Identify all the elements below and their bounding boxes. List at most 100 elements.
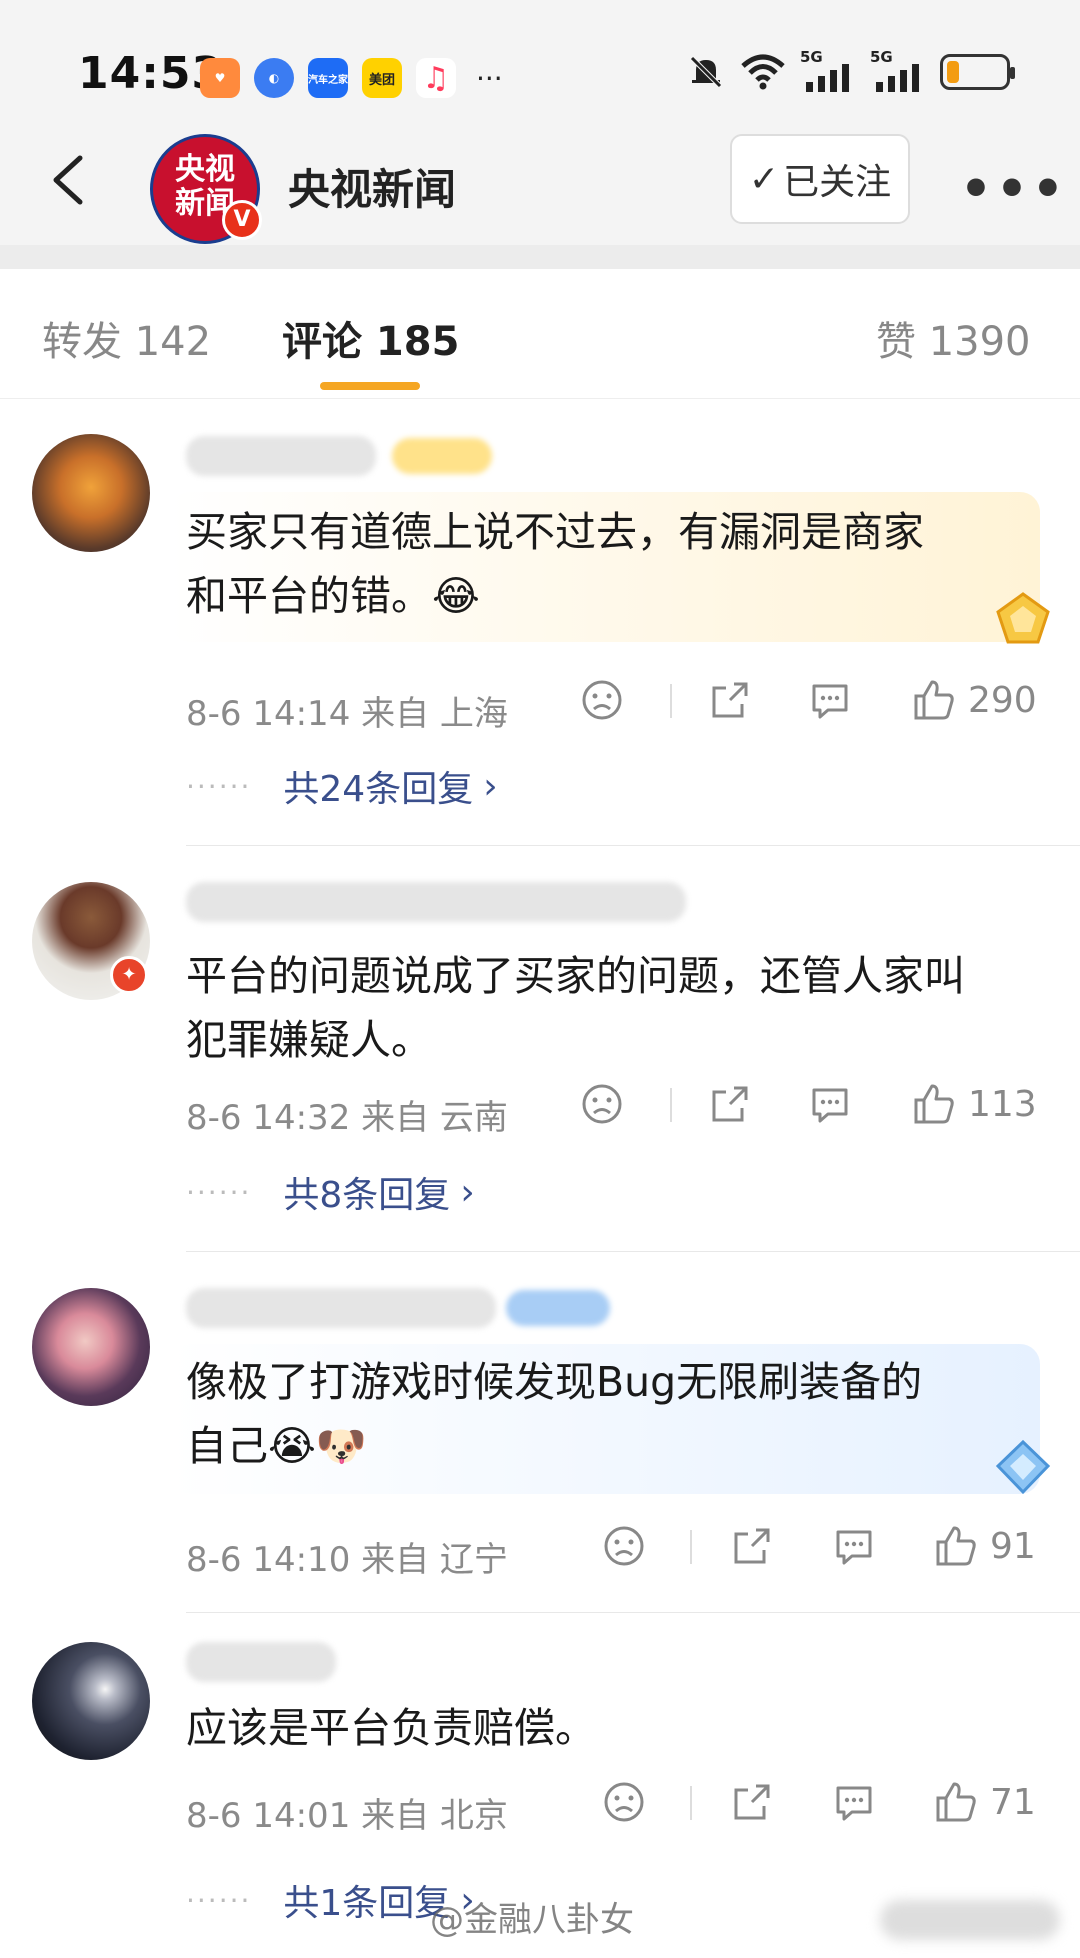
signal-5g-icon: 5G bbox=[800, 48, 856, 92]
username-blurred[interactable] bbox=[186, 1642, 336, 1682]
user-avatar[interactable] bbox=[32, 1288, 150, 1406]
share-icon bbox=[712, 1086, 748, 1122]
comment-divider bbox=[186, 1612, 1080, 1613]
dislike-button[interactable] bbox=[602, 1524, 646, 1568]
user-badge bbox=[506, 1290, 610, 1326]
username-blurred[interactable] bbox=[186, 882, 686, 922]
status-indicators: 5G 5G bbox=[686, 48, 1015, 92]
dislike-button[interactable] bbox=[580, 1082, 624, 1126]
frown-face-icon bbox=[582, 680, 622, 720]
browser-app-icon: ◐ bbox=[254, 58, 294, 98]
gold-badge-icon bbox=[996, 592, 1050, 644]
share-icon bbox=[734, 1528, 770, 1564]
verified-v-icon: V bbox=[222, 200, 262, 240]
share-button[interactable] bbox=[708, 1082, 752, 1126]
view-replies-link[interactable]: ······ 共8条回复 › bbox=[186, 1166, 475, 1218]
member-star-icon: ✦ bbox=[110, 956, 148, 994]
frown-face-icon bbox=[582, 1084, 622, 1124]
thumbs-up-icon bbox=[914, 1084, 954, 1124]
comment-meta: 8-6 14:01 来自 北京 bbox=[186, 1796, 508, 1836]
user-avatar[interactable] bbox=[32, 434, 150, 552]
like-button[interactable]: 91 bbox=[934, 1524, 1036, 1568]
blurred-overlay bbox=[880, 1900, 1060, 1940]
autohome-app-icon: 汽车之家 bbox=[308, 58, 348, 98]
status-app-icons: ♥ ◐ 汽车之家 美团 ♫ ··· bbox=[200, 58, 503, 98]
comment-divider bbox=[186, 845, 1080, 846]
comment-text: 平台的问题说成了买家的问题，还管人家叫 犯罪嫌疑人。 bbox=[186, 952, 965, 1064]
reply-button[interactable] bbox=[832, 1524, 876, 1568]
active-tab-indicator bbox=[320, 382, 420, 390]
like-button[interactable]: 113 bbox=[912, 1082, 1037, 1126]
diamond-badge-icon bbox=[995, 1439, 1051, 1495]
action-separator bbox=[690, 1786, 692, 1820]
share-icon bbox=[712, 682, 748, 718]
like-button[interactable]: 290 bbox=[912, 678, 1037, 722]
battery-icon bbox=[940, 54, 1015, 90]
reply-button[interactable] bbox=[808, 678, 852, 722]
user-avatar[interactable] bbox=[32, 1642, 150, 1760]
watermark: @金融八卦女 bbox=[430, 1900, 634, 1940]
frown-face-icon bbox=[604, 1526, 644, 1566]
channel-name[interactable]: 央视新闻 bbox=[288, 156, 456, 217]
wifi-icon bbox=[741, 54, 785, 90]
thumbs-up-icon bbox=[914, 680, 954, 720]
like-count: 91 bbox=[990, 1525, 1036, 1567]
check-icon: ✓ bbox=[748, 158, 780, 200]
share-button[interactable] bbox=[730, 1780, 774, 1824]
comment-meta: 8-6 14:14 来自 上海 bbox=[186, 694, 508, 734]
chevron-right-icon: › bbox=[460, 1171, 475, 1213]
username-blurred[interactable] bbox=[186, 1288, 496, 1328]
like-button[interactable]: 71 bbox=[934, 1780, 1036, 1824]
comment-bubble-icon bbox=[812, 684, 848, 719]
chevron-right-icon: › bbox=[483, 765, 498, 807]
follow-label: 已关注 bbox=[783, 162, 892, 203]
back-arrow-icon[interactable] bbox=[40, 150, 100, 210]
share-button[interactable] bbox=[708, 678, 752, 722]
mute-bell-icon bbox=[690, 56, 722, 88]
like-count: 290 bbox=[968, 679, 1037, 721]
tab-comments[interactable]: 评论 185 bbox=[282, 309, 459, 367]
more-options-icon[interactable]: ••• bbox=[960, 160, 1068, 218]
tab-bar: 转发 142 评论 185 赞 1390 bbox=[0, 269, 1080, 399]
follow-button[interactable]: ✓ 已关注 bbox=[730, 134, 910, 224]
comment-meta: 8-6 14:32 来自 云南 bbox=[186, 1098, 508, 1138]
comment-bubble-icon bbox=[836, 1786, 872, 1821]
action-separator bbox=[670, 1088, 672, 1122]
like-count: 113 bbox=[968, 1083, 1037, 1125]
dislike-button[interactable] bbox=[580, 678, 624, 722]
dislike-button[interactable] bbox=[602, 1780, 646, 1824]
reply-dots: ······ bbox=[186, 1175, 252, 1209]
reply-dots: ······ bbox=[186, 769, 252, 803]
action-separator bbox=[670, 684, 672, 718]
comment-text: 买家只有道德上说不过去，有漏洞是商家 和平台的错。😂 bbox=[186, 508, 924, 620]
status-bar: 14:53 ♥ ◐ 汽车之家 美团 ♫ ··· 5G 5G bbox=[0, 0, 1080, 130]
heart-app-icon: ♥ bbox=[200, 58, 240, 98]
comment-bubble-icon bbox=[812, 1088, 848, 1123]
section-divider bbox=[0, 245, 1080, 269]
comment-text: 像极了打游戏时候发现Bug无限刷装备的 自己😭🐶 bbox=[186, 1358, 923, 1470]
like-count: 71 bbox=[990, 1781, 1036, 1823]
thumbs-up-icon bbox=[936, 1782, 976, 1822]
user-badge bbox=[392, 438, 492, 474]
post-header: 央视 新闻 V 央视新闻 ✓ 已关注 ••• bbox=[0, 130, 1080, 245]
action-separator bbox=[690, 1530, 692, 1564]
music-app-icon: ♫ bbox=[416, 58, 456, 98]
tab-reposts[interactable]: 转发 142 bbox=[42, 309, 211, 367]
view-replies-link[interactable]: ······ 共24条回复 › bbox=[186, 760, 498, 812]
more-notifications-icon: ··· bbox=[476, 61, 503, 95]
comment-text: 应该是平台负责赔偿。 bbox=[186, 1704, 596, 1752]
thumbs-up-icon bbox=[936, 1526, 976, 1566]
comment-meta: 8-6 14:10 来自 辽宁 bbox=[186, 1540, 508, 1580]
tab-likes[interactable]: 赞 1390 bbox=[876, 309, 1031, 367]
reply-button[interactable] bbox=[808, 1082, 852, 1126]
share-button[interactable] bbox=[730, 1524, 774, 1568]
frown-face-icon bbox=[604, 1782, 644, 1822]
meituan-app-icon: 美团 bbox=[362, 58, 402, 98]
comment-bubble-icon bbox=[836, 1530, 872, 1565]
reply-dots: ······ bbox=[186, 1883, 252, 1917]
signal-5g-icon: 5G bbox=[870, 48, 926, 92]
username-blurred[interactable] bbox=[186, 436, 376, 476]
comment-divider bbox=[186, 1251, 1080, 1252]
reply-button[interactable] bbox=[832, 1780, 876, 1824]
share-icon bbox=[734, 1784, 770, 1820]
